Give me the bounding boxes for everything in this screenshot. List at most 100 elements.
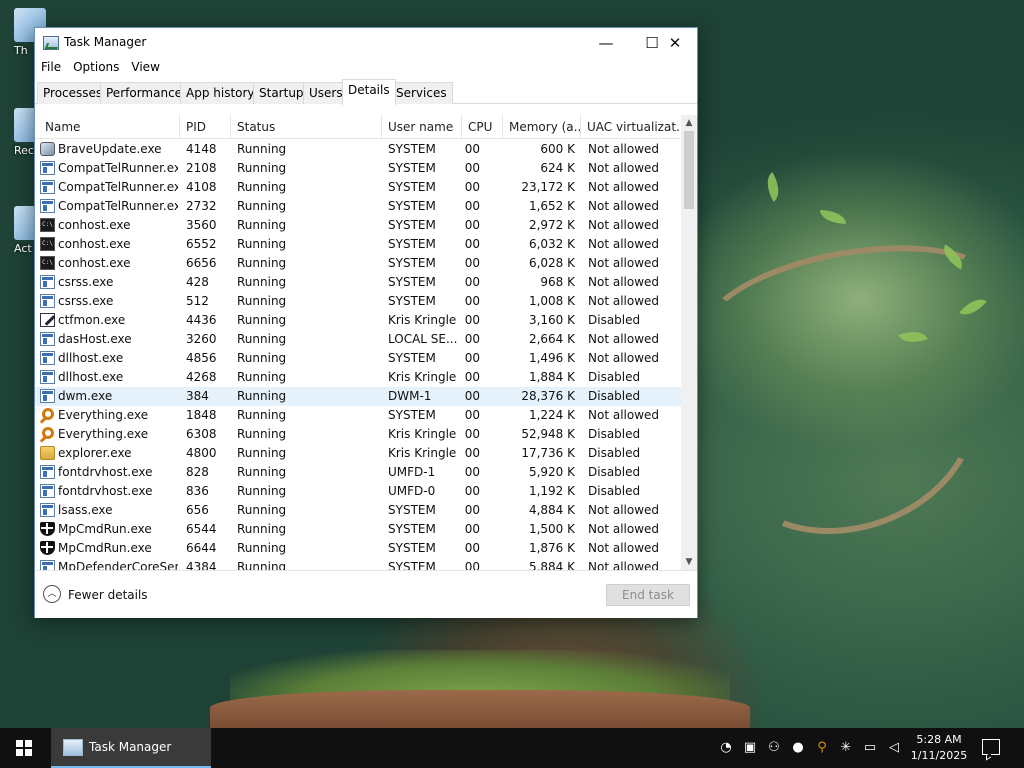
tray-drop-icon[interactable]: ● [790,740,806,756]
cell-uac: Not allowed [588,275,660,289]
column-header-label: Status [237,120,276,134]
column-header-memory[interactable]: Memory (a... [503,115,581,139]
cell-cpu: 00 [464,503,480,517]
tab-performance[interactable]: Performance [100,82,189,104]
column-header-label: PID [186,120,207,134]
table-row[interactable]: csrss.exe 512 Running SYSTEM 00 1,008 K Not al… [35,292,683,311]
cell-cpu: 00 [464,237,480,251]
cell-cpu: 00 [464,484,480,498]
cell-name: Everything.exe [58,408,149,422]
process-app-icon [40,332,55,346]
cell-uac: Disabled [588,427,641,441]
cell-cpu: 00 [464,370,480,384]
tray-clock-icon[interactable]: ◔ [718,740,734,756]
tray-search-icon[interactable]: ⚲ [814,740,830,756]
taskbar-app-task-manager[interactable]: Task Manager [51,728,211,768]
cell-pid: 512 [186,294,209,308]
table-row[interactable]: explorer.exe 4800 Running Kris Kringle 00 17,… [35,444,683,463]
column-header-name[interactable]: ^ Name [39,115,180,139]
table-row[interactable]: ctfmon.exe 4436 Running Kris Kringle 00 3,160… [35,311,683,330]
cell-status: Running [237,218,287,232]
scroll-thumb[interactable] [684,131,694,209]
menu-view[interactable]: View [125,57,165,79]
table-row[interactable]: Everything.exe 6308 Running Kris Kringle 00 5… [35,425,683,444]
tray-asterisk-icon[interactable]: ✳ [838,740,854,756]
process-app-icon [40,465,55,479]
cell-cpu: 00 [464,427,480,441]
table-row[interactable]: fontdrvhost.exe 828 Running UMFD-1 00 5,920 K… [35,463,683,482]
cell-mem: 4,884 K [528,503,575,517]
end-task-button[interactable]: End task [606,584,690,606]
column-header-status[interactable]: Status [231,115,382,139]
scroll-up-arrow-icon[interactable]: ▲ [681,115,697,131]
table-row[interactable]: BraveUpdate.exe 4148 Running SYSTEM 00 600 KN… [35,140,683,159]
table-row[interactable]: CompatTelRunner.exe 4108 Running SYSTEM 00 23… [35,178,683,197]
cell-uac: Not allowed [588,332,660,346]
process-app-icon [40,180,55,194]
process-folder-icon [40,446,55,460]
column-header-cpu[interactable]: CPU [462,115,503,139]
tab-processes[interactable]: Processes [37,82,109,104]
table-row[interactable]: dasHost.exe 3260 Running LOCAL SE... 00 2,664… [35,330,683,349]
cell-pid: 2108 [186,161,217,175]
cell-pid: 828 [186,465,209,479]
tab-details[interactable]: Details [342,79,396,105]
cell-uac: Not allowed [588,560,660,570]
start-button[interactable] [0,728,48,768]
tab-services[interactable]: Services [390,82,453,104]
table-row[interactable]: dwm.exe 384 Running DWM-1 00 28,376 K Disabled [35,387,683,406]
taskbar: Task Manager ◔ ▣ ⚇ ● ⚲ ✳ ▭ ◁ 5:28 AM 1/1… [0,728,1024,768]
cell-status: Running [237,408,287,422]
table-row[interactable]: conhost.exe6656RunningSYSTEM006,028 KNot… [35,254,683,273]
tab-app-history[interactable]: App history [180,82,261,104]
table-row[interactable]: conhost.exe3560RunningSYSTEM002,972 KNot… [35,216,683,235]
cell-pid: 6656 [186,256,217,270]
cell-cpu: 00 [464,408,480,422]
close-button[interactable]: ✕ [652,28,698,57]
column-header-pid[interactable]: PID [180,115,231,139]
cell-cpu: 00 [464,218,480,232]
scroll-down-arrow-icon[interactable]: ▼ [681,554,697,570]
cell-name: ctfmon.exe [58,313,126,327]
table-row[interactable]: MpCmdRun.exe 6544 Running SYSTEM 00 1,500 K No… [35,520,683,539]
menu-options[interactable]: Options [67,57,125,79]
cell-name: csrss.exe [58,275,114,289]
minimize-button[interactable]: — [583,28,629,57]
table-row[interactable]: dllhost.exe 4856 Running SYSTEM 00 1,496 K Not… [35,349,683,368]
tray-volume-muted-icon[interactable]: ◁ [886,740,902,756]
taskbar-clock[interactable]: 5:28 AM 1/11/2025 [908,732,970,764]
table-row[interactable]: Everything.exe 1848 Running SYSTEM 00 1,224 K… [35,406,683,425]
table-row[interactable]: lsass.exe 656 Running SYSTEM 00 4,884 K Not al… [35,501,683,520]
cell-cpu: 00 [464,180,480,194]
cell-mem: 1,224 K [528,408,575,422]
table-row[interactable]: MpDefenderCoreSer... 4384 Running SYSTEM 00 5… [35,558,683,570]
cell-status: Running [237,237,287,251]
table-row[interactable]: MpCmdRun.exe 6644 Running SYSTEM 00 1,876 K No… [35,539,683,558]
chevron-up-icon[interactable]: ︿ [43,585,61,603]
table-row[interactable]: csrss.exe 428 Running SYSTEM 00 968 K Not allo… [35,273,683,292]
cell-mem: 1,876 K [528,541,575,555]
table-row[interactable]: CompatTelRunner.exe 2108 Running SYSTEM 00 62… [35,159,683,178]
column-header-label: CPU [468,120,493,134]
tray-window-icon[interactable]: ▣ [742,740,758,756]
vertical-scrollbar[interactable]: ▲ ▼ [681,115,697,570]
tray-users-icon[interactable]: ⚇ [766,740,782,756]
fewer-details-link[interactable]: Fewer details [68,588,148,602]
table-row[interactable]: dllhost.exe 4268 Running Kris Kringle 00 1,88… [35,368,683,387]
cell-name: fontdrvhost.exe [58,465,153,479]
tab-startup[interactable]: Startup [253,82,310,104]
table-row[interactable]: conhost.exe6552RunningSYSTEM006,032 KNot… [35,235,683,254]
cell-status: Running [237,351,287,365]
notification-center-icon[interactable] [982,739,1000,755]
menu-file[interactable]: File [35,57,67,79]
tray-network-icon[interactable]: ▭ [862,740,878,756]
cell-mem: 5,920 K [528,465,575,479]
column-header-label: Name [45,120,81,134]
column-header-uac[interactable]: UAC virtualizat... [581,115,683,139]
title-bar[interactable]: Task Manager — ☐ ✕ [35,28,697,57]
column-header-user-name[interactable]: User name [382,115,462,139]
table-row[interactable]: CompatTelRunner.exe 2732 Running SYSTEM 00 1,… [35,197,683,216]
column-header-label: UAC virtualizat... [587,120,683,134]
table-row[interactable]: fontdrvhost.exe 836 Running UMFD-0 00 1,192 K… [35,482,683,501]
cell-name: CompatTelRunner.exe [58,161,178,175]
